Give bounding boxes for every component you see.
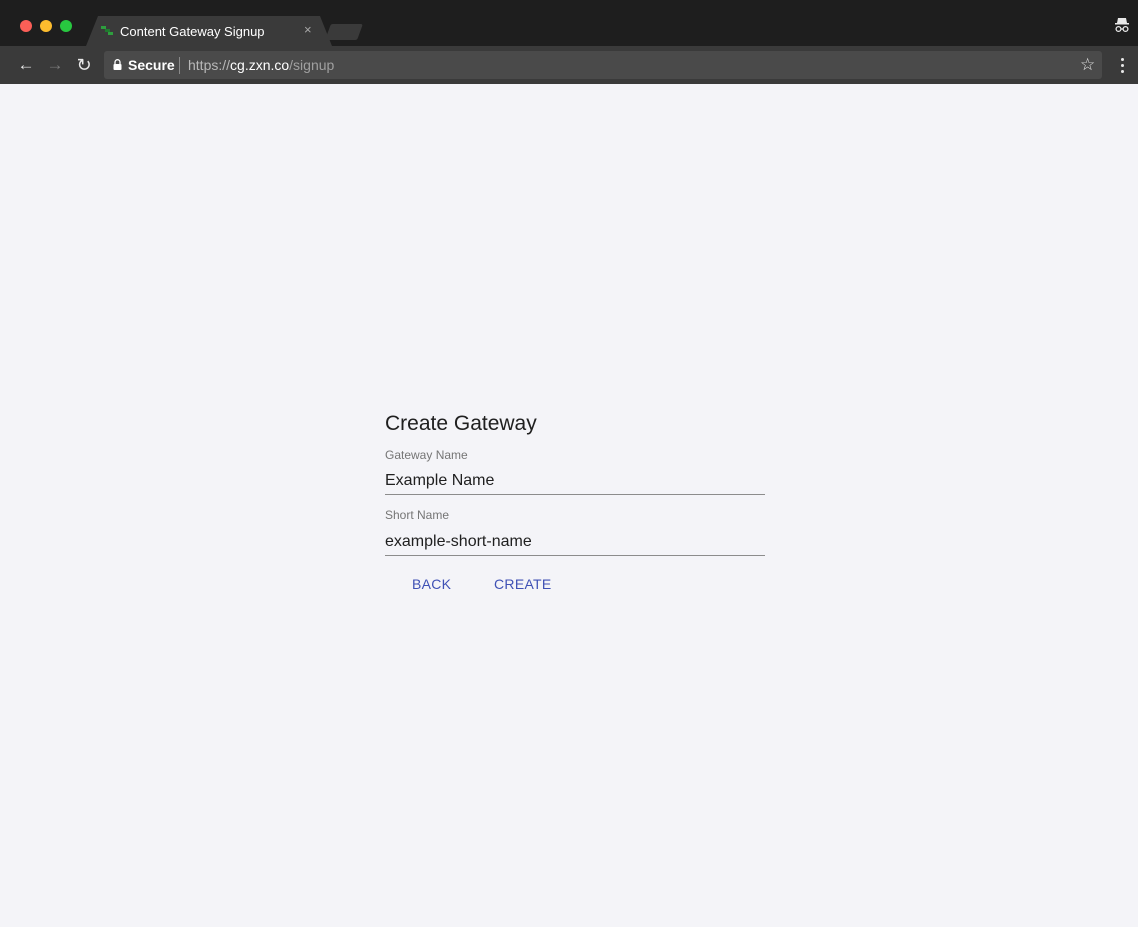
lock-icon [113,59,122,70]
url-path: /signup [289,57,335,73]
browser-menu-icon[interactable] [1114,55,1132,75]
minimize-window-button[interactable] [40,20,52,32]
back-button[interactable]: BACK [412,576,451,592]
tab-strip: Content Gateway Signup × [0,0,1138,46]
back-arrow-icon[interactable]: ← [15,54,37,76]
secure-label: Secure [128,57,175,73]
browser-toolbar: ← → ↻ Secure https://cg.zxn.co/signup ☆ [0,46,1138,84]
tab-title: Content Gateway Signup [120,24,265,39]
url-scheme: https:// [188,57,231,73]
forward-arrow-icon[interactable]: → [44,54,66,76]
incognito-icon [1115,18,1129,33]
gateway-name-input[interactable] [385,468,765,495]
bookmark-star-icon[interactable]: ☆ [1080,55,1095,75]
gateway-name-label: Gateway Name [385,448,468,462]
reload-icon[interactable]: ↻ [73,54,95,76]
address-separator [179,57,180,74]
url-host: cg.zxn.co [230,57,290,73]
tab-close-icon[interactable]: × [304,22,312,37]
create-button[interactable]: CREATE [494,576,552,592]
url-text[interactable]: https://cg.zxn.co/signup [188,57,334,73]
short-name-label: Short Name [385,508,450,522]
browser-window: Content Gateway Signup × ← → ↻ Secure ht… [0,0,1138,927]
close-window-button[interactable] [20,20,32,32]
form-title: Create Gateway [385,412,537,435]
tab-content-gateway-signup[interactable]: Content Gateway Signup × [86,16,332,46]
new-tab-button[interactable] [325,24,363,40]
short-name-input[interactable] [385,529,765,556]
content-gateway-logo-icon [100,24,114,38]
maximize-window-button[interactable] [60,20,72,32]
address-bar[interactable]: Secure https://cg.zxn.co/signup ☆ [104,51,1102,79]
page-content: Create Gateway Gateway Name Short Name B… [0,84,1138,927]
